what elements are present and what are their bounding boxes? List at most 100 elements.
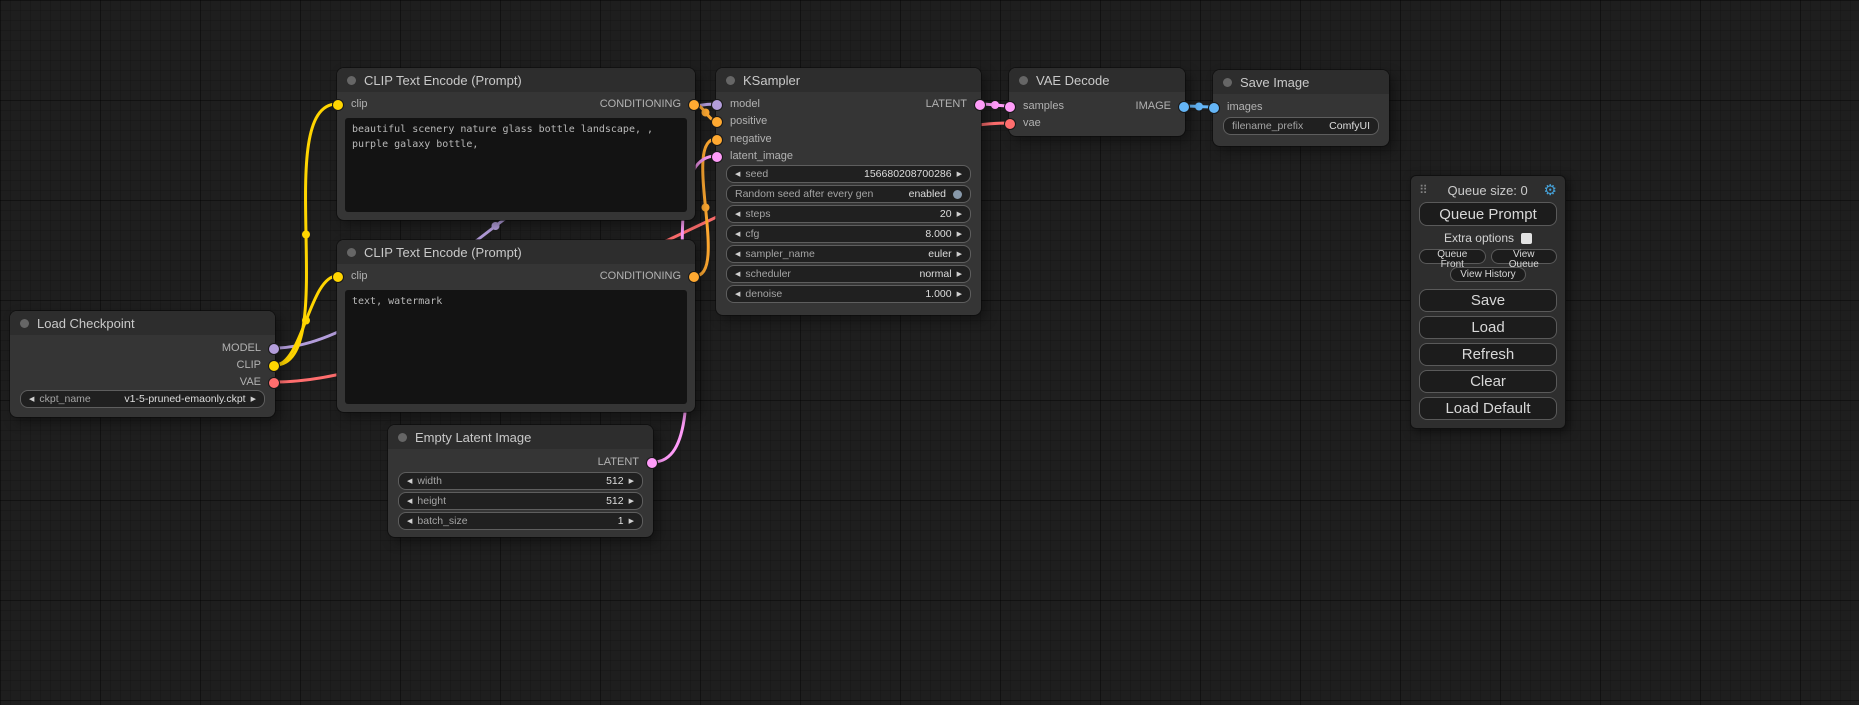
- widget-height[interactable]: ◀height512▶: [398, 492, 643, 510]
- collapse-dot-icon[interactable]: [347, 76, 356, 85]
- save-button[interactable]: Save: [1419, 289, 1557, 312]
- settings-gear-icon[interactable]: ⚙: [1544, 181, 1557, 199]
- node-empty-latent[interactable]: Empty Latent ImageLATENT◀width512▶◀heigh…: [388, 425, 653, 537]
- decrement-arrow-icon[interactable]: ◀: [735, 251, 740, 258]
- node-title-bar[interactable]: CLIP Text Encode (Prompt): [337, 68, 695, 92]
- decrement-arrow-icon[interactable]: ◀: [407, 518, 412, 525]
- prompt-text-input[interactable]: [345, 118, 687, 212]
- widget-sampler-name[interactable]: ◀sampler_nameeuler▶: [726, 245, 971, 263]
- node-ksampler[interactable]: KSamplermodelpositivenegativelatent_imag…: [716, 68, 981, 315]
- widget-ckpt-name[interactable]: ◀ckpt_namev1-5-pruned-emaonly.ckpt▶: [20, 390, 265, 408]
- input-port-positive[interactable]: [711, 116, 723, 128]
- input-port-vae[interactable]: [1004, 118, 1016, 130]
- collapse-dot-icon[interactable]: [20, 319, 29, 328]
- view-history-row: View History: [1419, 267, 1557, 282]
- decrement-arrow-icon[interactable]: ◀: [735, 231, 740, 238]
- input-port-clip[interactable]: [332, 99, 344, 111]
- increment-arrow-icon[interactable]: ▶: [957, 291, 962, 298]
- view-queue-button[interactable]: View Queue: [1491, 249, 1558, 264]
- node-title-bar[interactable]: Empty Latent Image: [388, 425, 653, 449]
- node-clip-encode-negative[interactable]: CLIP Text Encode (Prompt) clip CONDITIONIN…: [337, 240, 695, 412]
- queue-front-button[interactable]: Queue Front: [1419, 249, 1486, 264]
- input-port-label-clip: clip: [351, 269, 368, 283]
- input-port-images[interactable]: [1208, 102, 1220, 114]
- increment-arrow-icon[interactable]: ▶: [629, 478, 634, 485]
- decrement-arrow-icon[interactable]: ◀: [29, 396, 34, 403]
- input-port-negative[interactable]: [711, 134, 723, 146]
- widget-seed[interactable]: ◀seed156680208700286▶: [726, 165, 971, 183]
- widget-random-seed-after-every-gen[interactable]: Random seed after every gen enabled: [726, 185, 971, 203]
- refresh-button[interactable]: Refresh: [1419, 343, 1557, 366]
- decrement-arrow-icon[interactable]: ◀: [735, 291, 740, 298]
- input-port-model[interactable]: [711, 99, 723, 111]
- increment-arrow-icon[interactable]: ▶: [957, 231, 962, 238]
- widget-cfg[interactable]: ◀cfg8.000▶: [726, 225, 971, 243]
- output-port-CONDITIONING[interactable]: [688, 271, 700, 283]
- output-port-IMAGE[interactable]: [1178, 101, 1190, 113]
- increment-arrow-icon[interactable]: ▶: [957, 251, 962, 258]
- decrement-arrow-icon[interactable]: ◀: [735, 211, 740, 218]
- extra-options-checkbox[interactable]: [1521, 233, 1532, 244]
- output-port-MODEL[interactable]: [268, 343, 280, 355]
- load-default-button[interactable]: Load Default: [1419, 397, 1557, 420]
- widget-batch-size[interactable]: ◀batch_size1▶: [398, 512, 643, 530]
- decrement-arrow-icon[interactable]: ◀: [735, 171, 740, 178]
- widget-denoise[interactable]: ◀denoise1.000▶: [726, 285, 971, 303]
- increment-arrow-icon[interactable]: ▶: [957, 211, 962, 218]
- output-port-VAE[interactable]: [268, 377, 280, 389]
- queue-size-value: 0: [1521, 183, 1528, 198]
- widget-value: v1-5-pruned-emaonly.ckpt: [124, 394, 245, 405]
- widget-value: enabled: [909, 189, 946, 200]
- collapse-dot-icon[interactable]: [347, 248, 356, 257]
- node-title-bar[interactable]: Load Checkpoint: [10, 311, 275, 335]
- node-title-text: Load Checkpoint: [37, 316, 135, 331]
- output-port-label-CLIP: CLIP: [237, 358, 261, 372]
- node-clip-encode-positive[interactable]: CLIP Text Encode (Prompt)clipCONDITIONIN…: [337, 68, 695, 220]
- increment-arrow-icon[interactable]: ▶: [957, 171, 962, 178]
- node-graph-canvas[interactable]: Load CheckpointMODELCLIPVAE◀ckpt_namev1-…: [0, 0, 1859, 705]
- widget-label: Random seed after every gen: [735, 189, 873, 200]
- input-port-samples[interactable]: [1004, 101, 1016, 113]
- collapse-dot-icon[interactable]: [726, 76, 735, 85]
- input-port-label-clip: clip: [351, 97, 368, 111]
- widget-filename-prefix[interactable]: filename_prefixComfyUI: [1223, 117, 1379, 135]
- output-port-LATENT[interactable]: [646, 457, 658, 469]
- output-port-CLIP[interactable]: [268, 360, 280, 372]
- increment-arrow-icon[interactable]: ▶: [957, 271, 962, 278]
- node-title-bar[interactable]: Save Image: [1213, 70, 1389, 94]
- node-vae-decode[interactable]: VAE DecodesamplesvaeIMAGE: [1009, 68, 1185, 136]
- output-port-label-CONDITIONING: CONDITIONING: [600, 269, 681, 283]
- input-port-latent_image[interactable]: [711, 151, 723, 163]
- input-port-label-latent_image: latent_image: [730, 149, 793, 163]
- drag-handle-icon[interactable]: ⠿: [1419, 183, 1428, 197]
- prompt-text-input[interactable]: [345, 290, 687, 404]
- widget-steps[interactable]: ◀steps20▶: [726, 205, 971, 223]
- widget-value: normal: [920, 269, 952, 280]
- output-port-CONDITIONING[interactable]: [688, 99, 700, 111]
- collapse-dot-icon[interactable]: [1019, 76, 1028, 85]
- node-save-image[interactable]: Save Imageimagesfilename_prefixComfyUI: [1213, 70, 1389, 146]
- widget-width[interactable]: ◀width512▶: [398, 472, 643, 490]
- output-port-LATENT[interactable]: [974, 99, 986, 111]
- decrement-arrow-icon[interactable]: ◀: [407, 498, 412, 505]
- clear-button[interactable]: Clear: [1419, 370, 1557, 393]
- node-title-bar[interactable]: CLIP Text Encode (Prompt): [337, 240, 695, 264]
- increment-arrow-icon[interactable]: ▶: [629, 518, 634, 525]
- decrement-arrow-icon[interactable]: ◀: [735, 271, 740, 278]
- collapse-dot-icon[interactable]: [398, 433, 407, 442]
- queue-prompt-button[interactable]: Queue Prompt: [1419, 202, 1557, 226]
- increment-arrow-icon[interactable]: ▶: [629, 498, 634, 505]
- widget-scheduler[interactable]: ◀schedulernormal▶: [726, 265, 971, 283]
- node-title-bar[interactable]: VAE Decode: [1009, 68, 1185, 92]
- decrement-arrow-icon[interactable]: ◀: [407, 478, 412, 485]
- collapse-dot-icon[interactable]: [1223, 78, 1232, 87]
- load-button[interactable]: Load: [1419, 316, 1557, 339]
- input-port-clip[interactable]: [332, 271, 344, 283]
- view-history-button[interactable]: View History: [1450, 267, 1525, 282]
- widget-value: 156680208700286: [864, 169, 952, 180]
- toggle-indicator[interactable]: [953, 190, 962, 199]
- queue-size-text: Queue size:: [1448, 183, 1517, 198]
- increment-arrow-icon[interactable]: ▶: [251, 396, 256, 403]
- node-title-bar[interactable]: KSampler: [716, 68, 981, 92]
- node-load-checkpoint[interactable]: Load CheckpointMODELCLIPVAE◀ckpt_namev1-…: [10, 311, 275, 417]
